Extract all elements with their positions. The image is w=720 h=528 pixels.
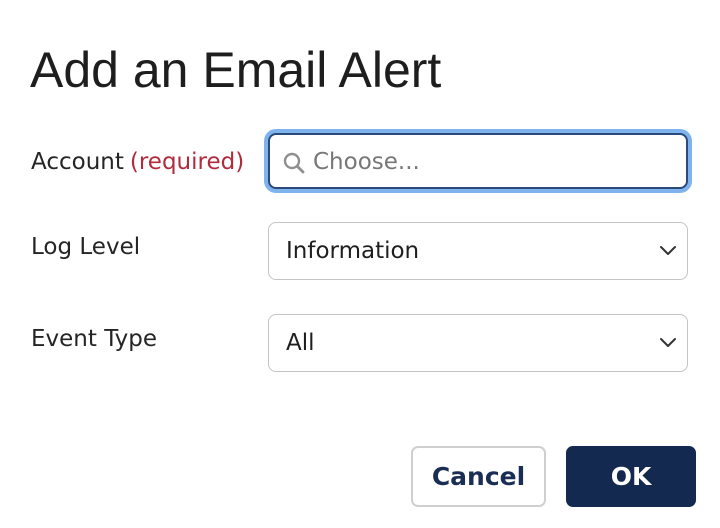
search-icon [283, 152, 305, 174]
account-search-field[interactable]: Choose... [268, 133, 688, 189]
event-type-value[interactable]: All [286, 329, 315, 357]
log-level-label: Log Level [31, 234, 141, 260]
event-type-label: Event Type [31, 326, 158, 352]
account-placeholder[interactable]: Choose... [313, 148, 420, 176]
chevron-down-icon[interactable] [659, 244, 677, 256]
dialog-title: Add an Email Alert [30, 42, 442, 98]
required-indicator: (required) [129, 149, 245, 175]
log-level-select[interactable]: Information [268, 222, 688, 280]
account-label-row: Account (required) [31, 148, 244, 176]
ok-button[interactable]: OK [566, 446, 696, 507]
chevron-down-icon[interactable] [659, 336, 677, 348]
event-type-select[interactable]: All [268, 314, 688, 372]
log-level-value[interactable]: Information [286, 237, 419, 265]
add-email-alert-dialog: Add an Email Alert Account (required) Cho… [0, 0, 720, 528]
cancel-button[interactable]: Cancel [411, 446, 546, 507]
account-label: Account [31, 149, 124, 175]
